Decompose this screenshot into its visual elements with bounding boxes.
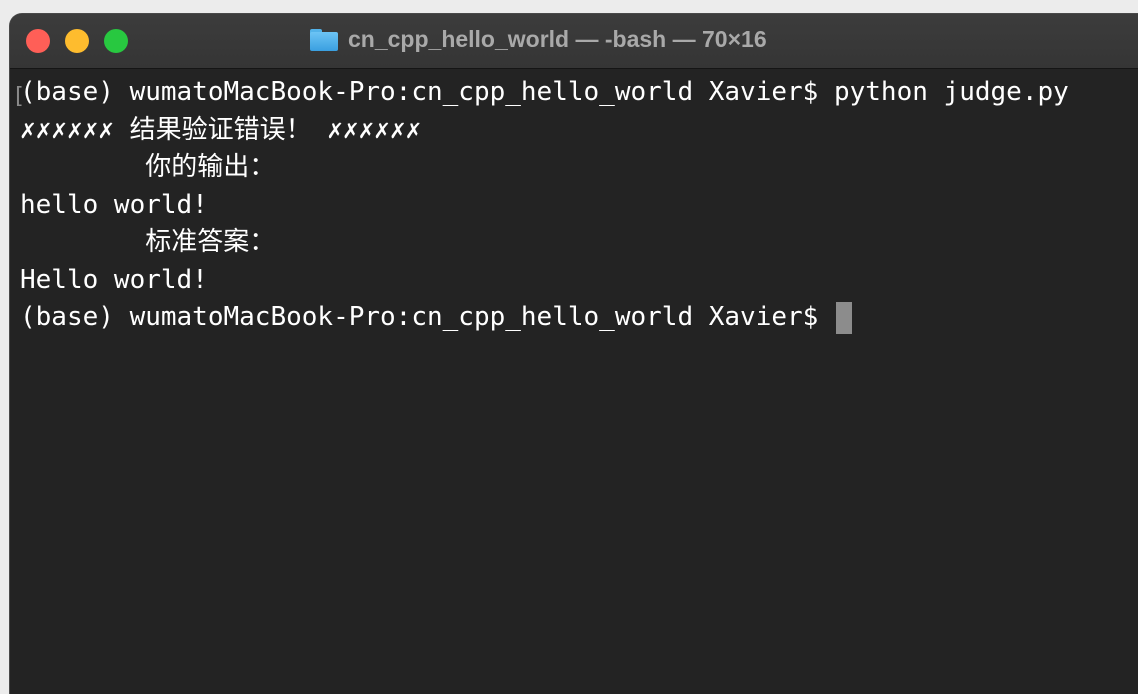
terminal-content[interactable]: [ (base) wumatoMacBook-Pro:cn_cpp_hello_… [10,74,1138,694]
terminal-line-answer: Hello world! [20,264,208,295]
title-bar[interactable]: cn_cpp_hello_world — -bash — 70×16 [10,14,1138,69]
terminal-line-error: ✗✗✗✗✗✗ 结果验证错误！ ✗✗✗✗✗✗ [20,114,422,145]
mark-bracket: [ [12,84,26,109]
window-title-group: cn_cpp_hello_world — -bash — 70×16 [310,26,767,53]
text-cursor [835,301,852,334]
zoom-button[interactable] [104,29,128,53]
terminal-line-prompt[interactable]: (base) wumatoMacBook-Pro:cn_cpp_hello_wo… [20,299,1138,337]
prompt-text: (base) wumatoMacBook-Pro:cn_cpp_hello_wo… [20,302,834,332]
traffic-lights [26,29,128,53]
terminal-window: cn_cpp_hello_world — -bash — 70×16 [ (ba… [10,14,1138,694]
folder-icon [310,28,338,51]
close-button[interactable] [26,29,50,53]
terminal-line-your-output-label: 你的输出： [20,152,276,182]
window-title: cn_cpp_hello_world — -bash — 70×16 [348,26,767,52]
terminal-line-answer-label: 标准答案： [20,227,276,257]
terminal-line-command: (base) wumatoMacBook-Pro:cn_cpp_hello_wo… [20,77,1069,107]
terminal-line-your-output: hello world! [20,189,208,220]
minimize-button[interactable] [65,29,89,53]
